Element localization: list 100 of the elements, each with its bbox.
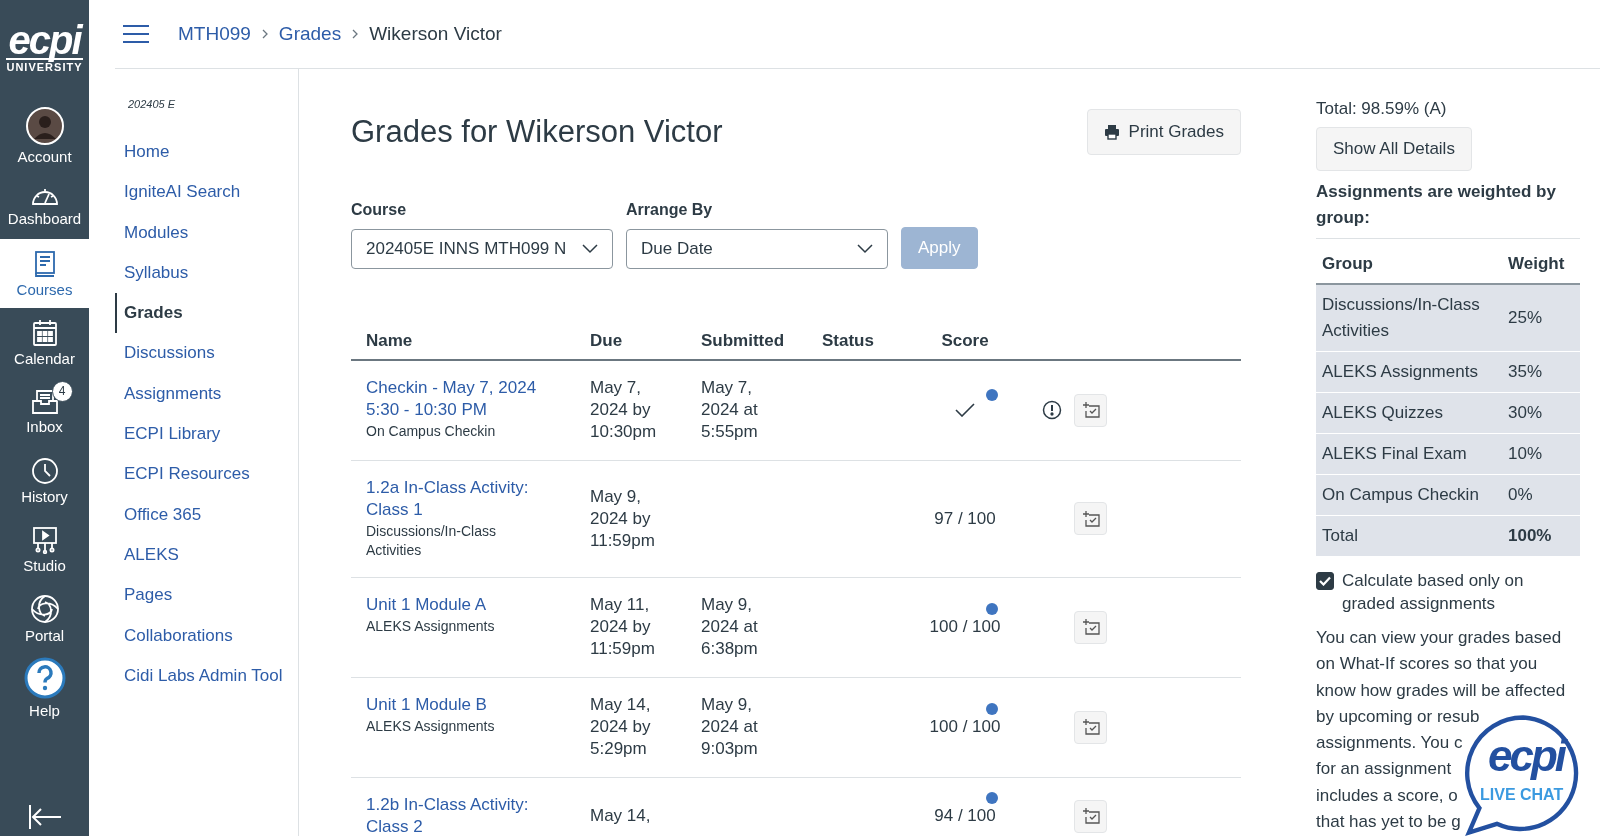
dropdown-field[interactable]: 202405E INNS MTH099 N — [351, 229, 613, 269]
course-nav-link[interactable]: Modules — [115, 212, 298, 253]
help-text-line: You can view your grades based — [1316, 627, 1562, 649]
course-nav-link[interactable]: Assignments — [115, 373, 298, 414]
help-text-line: assignments. You c — [1316, 732, 1463, 755]
monitor-play-icon — [30, 525, 59, 554]
total-weight: 100% — [1508, 526, 1553, 546]
column-header: Due — [590, 331, 624, 351]
calendar-check-icon — [1081, 618, 1100, 636]
collapse-icon[interactable] — [26, 804, 63, 830]
global-nav-item[interactable]: Studio — [0, 515, 89, 584]
calendar-icon — [31, 318, 58, 347]
due-date: May 9, 2024 by 11:59pm — [590, 485, 656, 552]
checkbox[interactable] — [1316, 572, 1334, 590]
clock-icon — [30, 456, 59, 485]
breadcrumb-link[interactable]: Grades — [278, 23, 342, 45]
column-header: Name — [366, 331, 414, 351]
show-details-button[interactable]: Show All Details — [1316, 127, 1472, 171]
university-logo[interactable]: ecpi UNIVERSITY — [0, 0, 89, 101]
due-date: May 14, — [590, 805, 652, 827]
score-value: 100 / 100 — [929, 617, 1001, 637]
total-label: Total — [1322, 526, 1359, 546]
group-weight: 30% — [1508, 403, 1544, 423]
breadcrumb-current: Wikerson Victor — [369, 23, 502, 45]
term-label: 202405 E — [127, 98, 177, 110]
submitted-date: May 9, 2024 at 9:03pm — [701, 694, 759, 760]
assignment-link[interactable]: 1.2a In-Class Activity: Class 1 — [366, 477, 566, 521]
score-details-button[interactable] — [1074, 799, 1107, 833]
column-header: Weight — [1508, 254, 1566, 274]
help-text-line: know how grades will be affected — [1316, 679, 1566, 702]
global-nav-item[interactable]: Dashboard — [0, 170, 89, 239]
score-details-button[interactable] — [1074, 710, 1107, 744]
help-text-line: on What-If scores so that you — [1316, 653, 1538, 676]
assignment-group: On Campus Checkin — [366, 422, 526, 441]
course-nav-link[interactable]: IgniteAI Search — [115, 172, 298, 213]
dropdown-field[interactable]: Due Date — [626, 229, 888, 269]
help-text-line: by upcoming or resub — [1316, 705, 1480, 728]
due-date: May 7, 2024 by 10:30pm — [590, 377, 658, 443]
page-title: Grades for Wikerson Victor — [351, 114, 723, 150]
assignment-link[interactable]: Unit 1 Module B — [366, 694, 566, 716]
inbox-icon — [30, 388, 59, 415]
group-name: On Campus Checkin — [1322, 484, 1480, 506]
chevron-down-icon — [582, 244, 598, 254]
course-nav-link[interactable]: Cidi Labs Admin Tool — [115, 655, 298, 696]
course-nav-link[interactable]: Discussions — [115, 333, 298, 374]
calendar-check-icon — [1081, 807, 1100, 825]
column-header: Score — [940, 331, 990, 351]
chevron-right-icon — [351, 28, 360, 40]
course-nav-link[interactable]: Pages — [115, 575, 298, 616]
global-nav-item[interactable]: Calendar — [0, 308, 89, 377]
assignment-link[interactable]: Unit 1 Module A — [366, 594, 566, 616]
assignment-link[interactable]: Checkin - May 7, 2024 5:30 - 10:30 PM — [366, 377, 566, 421]
course-nav-link[interactable]: ALEKS — [115, 534, 298, 575]
swirl-icon — [29, 593, 60, 624]
menu-icon[interactable] — [122, 24, 150, 44]
global-nav-item[interactable]: Account — [0, 101, 89, 170]
global-nav-item[interactable]: Courses — [0, 239, 89, 308]
score-details-button[interactable] — [1074, 502, 1107, 535]
unread-count-badge: 4 — [51, 380, 73, 402]
column-header: Group — [1322, 254, 1374, 274]
calendar-check-icon — [1081, 509, 1100, 528]
breadcrumb-link[interactable]: MTH099 — [178, 23, 251, 45]
assignment-group: ALEKS Assignments — [366, 717, 526, 736]
calendar-check-icon — [1081, 401, 1100, 419]
due-date: May 14, 2024 by 5:29pm — [590, 694, 652, 760]
global-nav-item[interactable]: History — [0, 446, 89, 515]
submitted-date: May 7, 2024 at 5:55pm — [701, 377, 759, 443]
help-icon — [23, 656, 66, 699]
course-nav-link[interactable]: Home — [115, 132, 298, 172]
group-weight: 25% — [1508, 308, 1544, 328]
course-nav-link[interactable]: ECPI Resources — [115, 454, 298, 495]
calendar-check-icon — [1081, 718, 1100, 736]
checkbox-label: Calculate based only on graded assignments — [1342, 570, 1525, 615]
weighting-note: Assignments are weighted by group: — [1316, 179, 1580, 239]
global-nav-item[interactable]: 4 Inbox — [0, 377, 89, 446]
help-text-line: includes a score, o — [1316, 784, 1458, 807]
print-grades-button[interactable]: Print Grades — [1086, 109, 1241, 155]
course-nav-link[interactable]: Syllabus — [115, 252, 298, 293]
due-date: May 11, 2024 by 11:59pm — [590, 594, 656, 660]
filter-label: Course — [351, 201, 408, 219]
course-nav-link[interactable]: Office 365 — [115, 494, 298, 535]
course-nav-link[interactable]: Grades — [115, 293, 298, 334]
book-icon — [32, 249, 57, 278]
help-text-line: for an assignment — [1316, 758, 1452, 781]
group-weight: 0% — [1508, 485, 1534, 505]
score-details-button[interactable] — [1074, 610, 1107, 644]
avatar-icon — [25, 106, 64, 145]
chevron-right-icon — [260, 28, 269, 40]
score-value: 94 / 100 — [934, 806, 996, 826]
course-nav-link[interactable]: ECPI Library — [115, 414, 298, 455]
help-text-line: that has yet to be g — [1316, 811, 1461, 834]
assignment-link[interactable]: 1.2b In-Class Activity: Class 2 — [366, 794, 566, 836]
global-nav-item[interactable]: Portal — [0, 584, 89, 653]
total-grade: Total: 98.59% (A) — [1316, 99, 1448, 119]
global-nav-item[interactable]: Help — [0, 653, 89, 722]
course-nav-link[interactable]: Collaborations — [115, 615, 298, 656]
group-weight: 35% — [1508, 362, 1544, 382]
group-weight: 10% — [1508, 444, 1544, 464]
assignment-group: ALEKS Assignments — [366, 617, 526, 636]
score-details-button[interactable] — [1074, 393, 1107, 427]
